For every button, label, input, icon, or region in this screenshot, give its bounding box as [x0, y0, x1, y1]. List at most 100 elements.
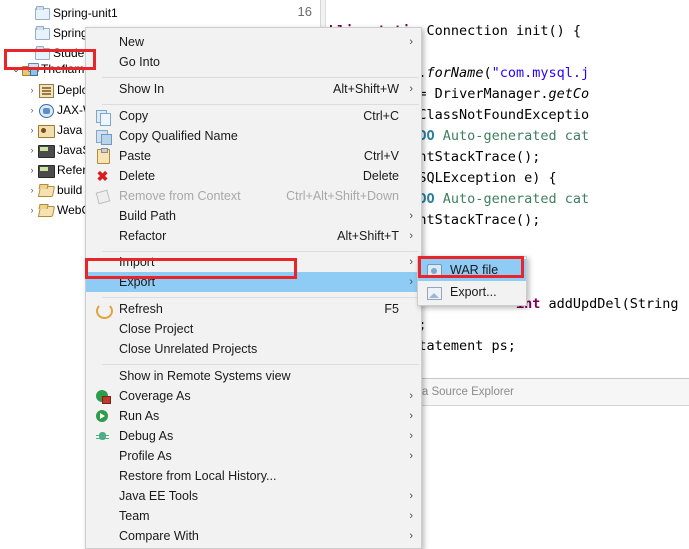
menu-item-label: Team [119, 509, 150, 523]
menu-item-profile-as[interactable]: Profile As › [86, 446, 421, 466]
run-icon [95, 409, 110, 423]
submenu-item-war-file[interactable]: WAR file [418, 259, 526, 281]
project-context-menu[interactable]: New › Go Into Show In Alt+Shift+W › Copy Ctrl+C… [85, 27, 422, 549]
menu-item-java-ee-tools[interactable]: Java EE Tools › [86, 486, 421, 506]
tree-twisty[interactable]: › [26, 100, 38, 120]
menu-item-label: Restore from Local History... [119, 469, 277, 483]
menu-item-compare-with[interactable]: Compare With › [86, 526, 421, 546]
eclipse-ide-window: Spring-unit1Spring-unit2Student⌄Theflame… [0, 0, 689, 549]
tree-twisty[interactable]: › [26, 200, 38, 220]
tree-twisty[interactable]: › [26, 160, 38, 180]
menu-item-build-path[interactable]: Build Path › [86, 206, 421, 226]
menu-item-label: Build Path [119, 209, 176, 223]
library-icon [38, 143, 55, 158]
tree-twisty[interactable]: › [26, 180, 38, 200]
menu-item-export[interactable]: Export › [86, 272, 421, 292]
menu-item-accelerator: Delete [362, 169, 399, 183]
coverage-icon [95, 389, 111, 404]
tree-item-label: build [57, 182, 83, 197]
folder-open-icon [37, 183, 56, 197]
menu-item-label: Compare With [119, 529, 199, 543]
menu-item-accelerator: Ctrl+Alt+Shift+Down [286, 189, 399, 203]
menu-item-delete[interactable]: ✖ Delete Delete [86, 166, 421, 186]
remove-context-icon [95, 189, 111, 205]
war-file-icon [426, 263, 442, 278]
menu-separator [102, 364, 419, 365]
tree-item-refere[interactable]: › Refere [26, 159, 93, 179]
menu-item-label: Go Into [119, 55, 160, 69]
submenu-item-label: Export... [450, 285, 497, 299]
line-number: 16 [297, 4, 312, 19]
tree-item-spring-unit1[interactable]: Spring-unit1 [22, 2, 118, 22]
menu-item-copy[interactable]: Copy Ctrl+C [86, 106, 421, 126]
export-submenu[interactable]: WAR file Export... [417, 256, 527, 306]
chevron-right-icon: › [409, 390, 413, 402]
menu-item-label: Close Unrelated Projects [119, 342, 258, 356]
chevron-right-icon: › [409, 530, 413, 542]
menu-separator [102, 297, 419, 298]
menu-item-debug-as[interactable]: Debug As › [86, 426, 421, 446]
tree-item-deplo[interactable]: › Deplo [26, 79, 88, 99]
chevron-right-icon: › [409, 510, 413, 522]
tree-item-javas[interactable]: › JavaS [26, 139, 90, 159]
menu-item-team[interactable]: Team › [86, 506, 421, 526]
menu-item-label: Refactor [119, 229, 167, 243]
menu-item-show-in-remote-systems-view[interactable]: Show in Remote Systems view [86, 366, 421, 386]
delete-icon: ✖ [96, 168, 109, 184]
menu-item-accelerator: Alt+Shift+W [333, 82, 399, 96]
menu-item-label: Show in Remote Systems view [119, 369, 291, 383]
menu-item-accelerator: Ctrl+V [363, 149, 399, 163]
chevron-right-icon: › [409, 410, 413, 422]
menu-item-import[interactable]: Import › [86, 252, 421, 272]
tree-twisty[interactable]: › [26, 140, 38, 160]
tree-twisty[interactable]: › [26, 120, 38, 140]
chevron-right-icon: › [409, 430, 413, 442]
tree-twisty[interactable]: › [26, 80, 38, 100]
menu-item-label: Close Project [119, 322, 194, 336]
menu-item-accelerator: Alt+Shift+T [337, 229, 399, 243]
menu-item-new[interactable]: New › [86, 32, 421, 52]
menu-item-restore-from-local-history[interactable]: Restore from Local History... [86, 466, 421, 486]
menu-item-label: Delete [119, 169, 156, 183]
copy-icon [95, 109, 111, 126]
menu-item-go-into[interactable]: Go Into [86, 52, 421, 72]
menu-item-label: Refresh [119, 302, 163, 316]
menu-item-show-in[interactable]: Show In Alt+Shift+W › [86, 79, 421, 99]
menu-item-run-as[interactable]: Run As › [86, 406, 421, 426]
menu-item-label: Coverage As [119, 389, 191, 403]
folder-icon [34, 5, 50, 20]
chevron-right-icon: › [409, 276, 413, 288]
paste-icon [95, 148, 110, 164]
tree-item-webc[interactable]: › WebC [26, 199, 90, 219]
menu-separator [102, 104, 419, 105]
menu-item-label: Run As [119, 409, 160, 423]
menu-item-refactor[interactable]: Refactor Alt+Shift+T › [86, 226, 421, 246]
menu-item-accelerator: Ctrl+C [363, 109, 399, 123]
refresh-icon [95, 302, 113, 319]
submenu-item-export[interactable]: Export... [418, 281, 526, 303]
menu-item-remove-from-context[interactable]: Remove from Context Ctrl+Alt+Shift+Down [86, 186, 421, 206]
tree-item-build[interactable]: › build [26, 179, 82, 199]
library-icon [38, 163, 55, 178]
menu-item-copy-qualified-name[interactable]: Copy Qualified Name [86, 126, 421, 146]
menu-separator [102, 77, 419, 78]
project-icon [22, 62, 39, 76]
menu-item-label: Debug As [119, 429, 174, 443]
menu-item-close-project[interactable]: Close Project [86, 319, 421, 339]
java-resources-icon [38, 123, 55, 138]
menu-item-label: Profile As [119, 449, 172, 463]
export-wizard-icon [426, 285, 442, 300]
chevron-right-icon: › [409, 210, 413, 222]
menu-item-label: New [119, 35, 145, 49]
tree-twisty[interactable]: ⌄ [10, 59, 22, 79]
folder-open-icon [37, 203, 56, 217]
tree-item-theflame[interactable]: ⌄ Theflame [10, 58, 91, 78]
menu-item-label: Remove from Context [119, 189, 241, 203]
chevron-right-icon: › [409, 36, 413, 48]
menu-item-paste[interactable]: Paste Ctrl+V [86, 146, 421, 166]
chevron-right-icon: › [409, 450, 413, 462]
menu-item-coverage-as[interactable]: Coverage As › [86, 386, 421, 406]
menu-item-refresh[interactable]: Refresh F5 [86, 299, 421, 319]
copy-qualified-icon [95, 129, 112, 145]
menu-item-close-unrelated-projects[interactable]: Close Unrelated Projects [86, 339, 421, 359]
